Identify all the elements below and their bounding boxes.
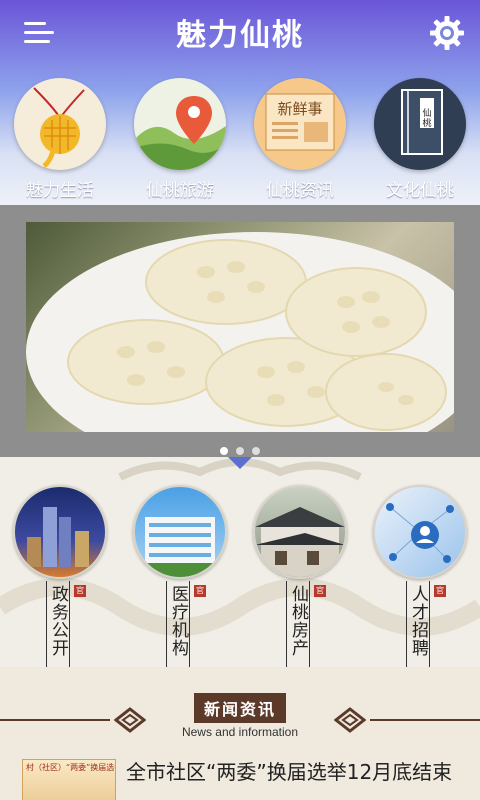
carousel-dot[interactable] — [252, 447, 260, 455]
knot-ornament-icon — [114, 707, 146, 733]
top-nav: 魅力生活 仙桃旅游 新鲜事 仙桃资讯 仙 桃 文化仙桃 — [0, 78, 480, 203]
hospital-building-photo — [133, 485, 227, 579]
gear-icon[interactable] — [428, 14, 466, 52]
banner-carousel[interactable] — [0, 205, 480, 457]
newspaper-icon: 新鲜事 — [254, 78, 346, 170]
knot-ornament-icon — [334, 707, 366, 733]
divider — [0, 719, 110, 721]
official-tag: 官 — [314, 585, 326, 597]
service-label: 仙桃房产 — [288, 585, 308, 657]
map-pin-icon — [134, 78, 226, 170]
news-heading: 新闻资讯 News and information — [180, 693, 300, 739]
official-tag: 官 — [74, 585, 86, 597]
service-gov-affairs[interactable]: 政务公开 官 — [12, 485, 108, 667]
nav-label: 文化仙桃 — [386, 181, 454, 201]
service-label: 人才招聘 — [408, 585, 428, 657]
news-thumbnail: 村（社区）“两委”换届选举工 — [22, 759, 116, 800]
divider — [370, 719, 480, 721]
banner-image[interactable] — [26, 222, 454, 432]
nav-label: 魅力生活 — [26, 181, 94, 201]
nav-item-news[interactable]: 新鲜事 仙桃资讯 — [240, 78, 360, 201]
news-title: 新闻资讯 — [193, 693, 286, 723]
official-tag: 官 — [194, 585, 206, 597]
news-item-title: 全市社区“两委”换届选举12月底结束 — [126, 760, 453, 784]
service-label-frame: 医疗机构 — [166, 581, 190, 667]
page-title: 魅力仙桃 — [176, 18, 304, 53]
service-label-frame: 政务公开 — [46, 581, 70, 667]
svg-text:桃: 桃 — [422, 117, 431, 129]
book-icon: 仙 桃 — [374, 78, 466, 170]
service-label-frame: 仙桃房产 — [286, 581, 310, 667]
news-list-item[interactable]: 村（社区）“两委”换届选举工 全市社区“两委”换届选举12月底结束 — [18, 759, 480, 800]
nav-label: 仙桃资讯 — [266, 181, 334, 201]
carousel-dot[interactable] — [220, 447, 228, 455]
carousel-dot[interactable] — [236, 447, 244, 455]
service-label: 医疗机构 — [168, 585, 188, 657]
service-recruitment[interactable]: 人才招聘 官 — [372, 485, 468, 667]
svg-text:仙: 仙 — [422, 107, 431, 119]
nav-item-culture[interactable]: 仙 桃 文化仙桃 — [360, 78, 480, 201]
service-label: 政务公开 — [48, 585, 68, 657]
nav-item-tourism[interactable]: 仙桃旅游 — [120, 78, 240, 201]
network-people-photo — [373, 485, 467, 579]
news-section: 新闻资讯 News and information 村（社区）“两委”换届选举工… — [0, 667, 480, 800]
service-label-frame: 人才招聘 — [406, 581, 430, 667]
city-night-photo — [13, 485, 107, 579]
news-subtitle: News and information — [181, 725, 299, 739]
nav-item-charm-life[interactable]: 魅力生活 — [0, 78, 120, 201]
news-thumb-text: 村（社区）“两委”换届选举工 — [26, 763, 115, 772]
service-medical[interactable]: 医疗机构 官 — [132, 485, 228, 667]
tiled-roofs-photo — [253, 485, 347, 579]
services-section: 政务公开 官 医疗机构 官 仙桃房产 官 人才招聘 官 — [0, 457, 480, 667]
nav-label: 仙桃旅游 — [146, 181, 214, 201]
app-header: 魅力仙桃 魅力生活 仙桃旅游 新鲜事 仙桃资讯 仙 桃 文化仙桃 — [0, 0, 480, 205]
svg-text:新鲜事: 新鲜事 — [277, 100, 322, 118]
section-pointer — [228, 457, 252, 469]
news-header: 新闻资讯 News and information — [0, 687, 480, 747]
service-real-estate[interactable]: 仙桃房产 官 — [252, 485, 348, 667]
knot-charm-icon — [14, 78, 106, 170]
official-tag: 官 — [434, 585, 446, 597]
